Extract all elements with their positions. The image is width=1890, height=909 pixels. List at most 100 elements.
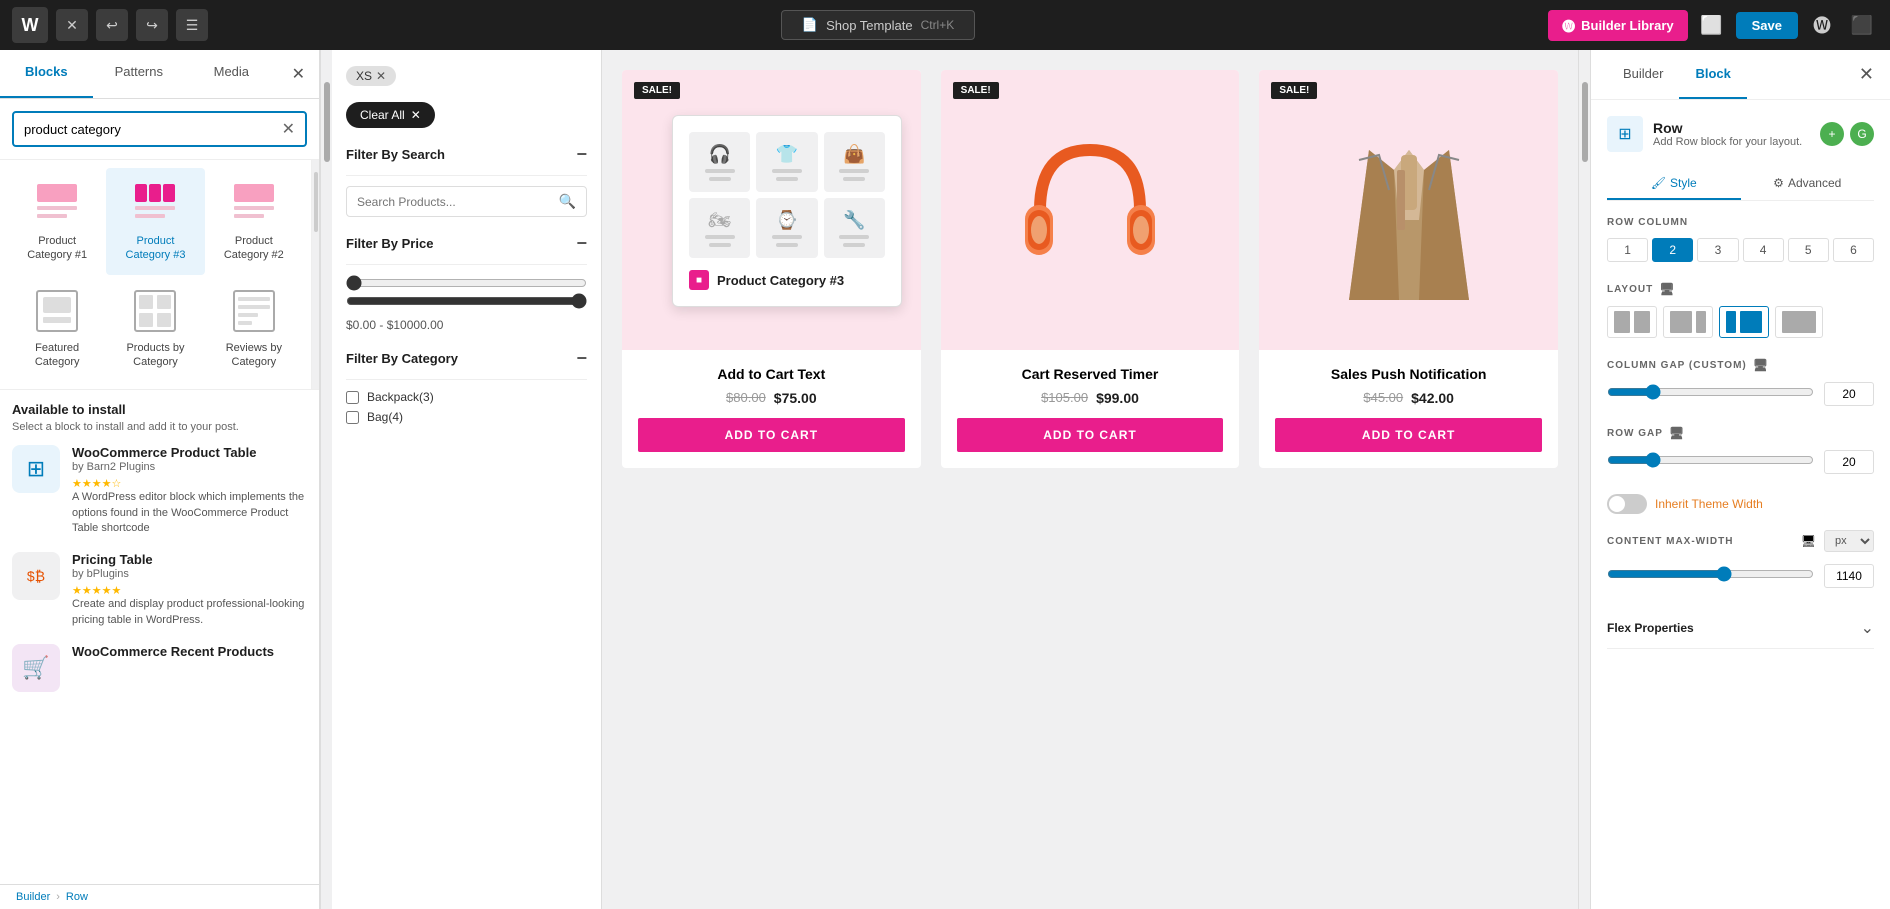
template-button[interactable]: 📄 Shop Template Ctrl+K — [781, 10, 975, 40]
redo-button[interactable]: ↪ — [136, 9, 168, 41]
search-clear-icon[interactable]: ✕ — [282, 119, 295, 139]
tab-blocks[interactable]: Blocks — [0, 50, 93, 98]
preview-icon-5: 🔧 — [843, 210, 865, 231]
col-num-3[interactable]: 3 — [1697, 238, 1738, 262]
plugin-icon-2: 🛒 — [12, 644, 60, 692]
tooltip-title: ■ Product Category #3 — [689, 270, 885, 290]
plugin-stars-0: ★★★★☆ — [72, 477, 307, 490]
add-to-cart-button-0[interactable]: ADD TO CART — [638, 418, 905, 452]
canvas-wrapper: 🎧 👕 👜 🏍 — [320, 50, 1590, 909]
column-gap-label: COLUMN GAP (CUSTOM) 🖥 — [1607, 358, 1874, 372]
search-products-input[interactable] — [357, 195, 551, 209]
row-gap-slider[interactable] — [1607, 452, 1814, 468]
block-item-reviews-by-category[interactable]: Reviews by Category — [205, 275, 303, 382]
sidebar-tabs: Blocks Patterns Media ✕ — [0, 50, 319, 99]
wp-logo[interactable]: W — [12, 7, 48, 43]
product-info-2: Sales Push Notification $45.00 $42.00 AD… — [1259, 350, 1558, 468]
tab-patterns[interactable]: Patterns — [93, 50, 186, 98]
settings-icon-button[interactable]: 🅦 — [1806, 9, 1838, 41]
column-gap-slider[interactable] — [1607, 384, 1814, 400]
plugin-item-2[interactable]: 🛒 WooCommerce Recent Products — [12, 644, 307, 692]
layout-opt-1[interactable] — [1663, 306, 1713, 338]
breadcrumb-builder[interactable]: Builder — [16, 891, 50, 903]
canvas-right-scrollbar[interactable] — [1578, 50, 1590, 909]
block-item-product-category-2[interactable]: Product Category #2 — [205, 168, 303, 275]
plugin-item-0[interactable]: ⊞ WooCommerce Product Table by Barn2 Plu… — [12, 445, 307, 536]
category-checkbox-backpack[interactable] — [346, 391, 359, 404]
toggle-panel-button[interactable]: ⬛ — [1846, 9, 1878, 41]
layout-responsive-icon: 🖥 — [1659, 282, 1675, 296]
layout-options — [1607, 306, 1874, 338]
column-gap-responsive-icon: 🖥 — [1753, 358, 1769, 372]
green-icon-plus[interactable]: + — [1820, 122, 1844, 146]
undo-button[interactable]: ↩ — [96, 9, 128, 41]
filter-header-price: Filter By Price − — [346, 233, 587, 265]
layout-opt-0[interactable] — [1607, 306, 1657, 338]
tab-media[interactable]: Media — [185, 50, 278, 98]
preview-line-sm-4 — [776, 243, 798, 247]
preview-icon-0: 🎧 — [708, 144, 730, 165]
block-item-products-by-category[interactable]: Products by Category — [106, 275, 204, 382]
block-title: Row — [1653, 120, 1802, 136]
layout-opt-3[interactable] — [1775, 306, 1823, 338]
row-column-label: ROW COLUMN — [1607, 217, 1874, 228]
plugin-icon-1: $₿ — [12, 552, 60, 600]
search-input[interactable] — [24, 122, 274, 137]
add-to-cart-button-2[interactable]: ADD TO CART — [1275, 418, 1542, 452]
filter-price-collapse[interactable]: − — [576, 233, 587, 254]
inherit-theme-width-toggle[interactable] — [1607, 494, 1647, 514]
add-to-cart-button-1[interactable]: ADD TO CART — [957, 418, 1224, 452]
layout-opt-2[interactable] — [1719, 306, 1769, 338]
max-width-unit-select[interactable]: px % em — [1824, 530, 1874, 552]
price-range-min[interactable] — [346, 275, 587, 291]
canvas-left-scrollbar[interactable] — [320, 50, 332, 909]
category-checkbox-bag[interactable] — [346, 411, 359, 424]
category-item-bag: Bag(4) — [346, 410, 587, 424]
close-button[interactable]: ✕ — [56, 9, 88, 41]
block-icon-product-category-2 — [230, 180, 278, 228]
col-num-5[interactable]: 5 — [1788, 238, 1829, 262]
max-width-slider[interactable] — [1607, 566, 1814, 582]
clear-all-button[interactable]: Clear All ✕ — [346, 102, 435, 128]
col-num-2[interactable]: 2 — [1652, 238, 1693, 262]
preview-cell-4: ⌚ — [756, 198, 817, 258]
sidebar-close-button[interactable]: ✕ — [278, 50, 319, 98]
menu-button[interactable]: ☰ — [176, 9, 208, 41]
product-prices-1: $105.00 $99.00 — [957, 390, 1224, 406]
filter-tag-xs-remove[interactable]: ✕ — [376, 69, 386, 83]
row-gap-slider-wrap — [1607, 452, 1814, 473]
filter-category-collapse[interactable]: − — [576, 348, 587, 369]
flex-properties-row[interactable]: Flex Properties ⌄ — [1607, 608, 1874, 649]
preview-button[interactable]: ⬜ — [1696, 9, 1728, 41]
row-gap-value[interactable] — [1824, 450, 1874, 474]
row-column-section: ROW COLUMN 1 2 3 4 5 6 — [1607, 217, 1874, 262]
block-item-product-category-1[interactable]: Product Category #1 — [8, 168, 106, 275]
col-num-4[interactable]: 4 — [1743, 238, 1784, 262]
main-area: Blocks Patterns Media ✕ ✕ — [0, 50, 1890, 909]
style-tab-style[interactable]: 🖌 Style — [1607, 168, 1741, 200]
price-range-max[interactable] — [346, 293, 587, 309]
block-item-featured-category[interactable]: Featured Category — [8, 275, 106, 382]
column-gap-section: COLUMN GAP (CUSTOM) 🖥 — [1607, 358, 1874, 406]
filter-search-collapse[interactable]: − — [576, 144, 587, 165]
plugin-item-1[interactable]: $₿ Pricing Table by bPlugins ★★★★★ Creat… — [12, 552, 307, 628]
plugin-desc-1: Create and display product professional-… — [72, 597, 307, 628]
builder-library-button[interactable]: 🅦 Builder Library — [1548, 10, 1687, 41]
max-width-value[interactable] — [1824, 564, 1874, 588]
green-icons: + G — [1820, 122, 1874, 146]
toggle-dot — [1609, 496, 1625, 512]
plugin-name-2: WooCommerce Recent Products — [72, 644, 307, 659]
tab-builder[interactable]: Builder — [1607, 50, 1679, 99]
panel-close-button[interactable]: ✕ — [1859, 64, 1874, 85]
tab-block[interactable]: Block — [1679, 50, 1746, 99]
sale-badge-0: SALE! — [634, 82, 680, 99]
column-gap-value[interactable] — [1824, 382, 1874, 406]
col-num-1[interactable]: 1 — [1607, 238, 1648, 262]
right-content: ⊞ Row Add Row block for your layout. + G… — [1591, 100, 1890, 909]
save-button[interactable]: Save — [1736, 12, 1798, 39]
block-item-product-category-3[interactable]: Product Category #3 — [106, 168, 204, 275]
style-tab-advanced[interactable]: ⚙ Advanced — [1741, 168, 1875, 200]
col-num-6[interactable]: 6 — [1833, 238, 1874, 262]
breadcrumb-row[interactable]: Row — [66, 891, 88, 903]
green-icon-g[interactable]: G — [1850, 122, 1874, 146]
